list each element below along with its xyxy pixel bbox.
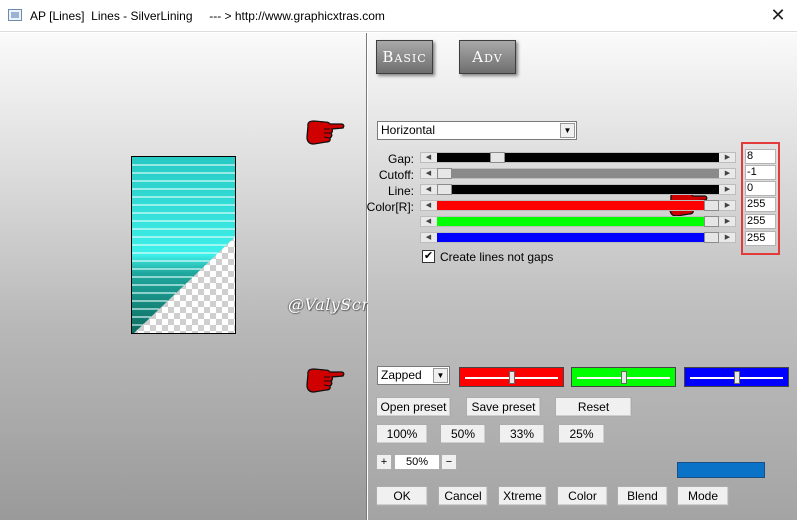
mode-label: Mode	[687, 489, 719, 503]
tab-adv[interactable]: Adv	[459, 40, 516, 74]
red-swatch[interactable]	[459, 367, 564, 387]
slider-fill	[437, 153, 719, 162]
blue-swatch[interactable]	[684, 367, 789, 387]
dropdown-arrow-icon[interactable]: ▼	[560, 123, 575, 138]
arrow-left-icon[interactable]: ◀	[422, 169, 435, 178]
swatch-knob[interactable]	[621, 371, 627, 384]
arrow-left-icon[interactable]: ◀	[422, 153, 435, 162]
tab-basic[interactable]: Basic	[376, 40, 433, 74]
slider-thumb[interactable]	[437, 168, 452, 179]
window-title: AP [Lines] Lines - SilverLining --- > ht…	[30, 9, 385, 23]
mode-select-value: Zapped	[381, 368, 422, 382]
cutoff-slider[interactable]: ◀ ▶	[420, 168, 736, 179]
arrow-left-icon[interactable]: ◀	[422, 185, 435, 194]
line-label: Line:	[387, 184, 414, 198]
open-preset-button[interactable]: Open preset	[376, 397, 451, 417]
line-slider[interactable]: ◀ ▶	[420, 184, 736, 195]
red-value[interactable]: 255	[745, 197, 776, 212]
ok-button[interactable]: OK	[376, 486, 428, 506]
slider-thumb[interactable]	[704, 232, 719, 243]
settings-panel: Basic Adv	[368, 33, 797, 520]
cutoff-value[interactable]: -1	[745, 165, 776, 180]
red-slider[interactable]: ◀ ▶	[420, 200, 736, 211]
zoom-value: 50%	[394, 454, 440, 470]
gap-value[interactable]: 8	[745, 149, 776, 164]
arrow-right-icon[interactable]: ▶	[721, 169, 734, 178]
arrow-right-icon[interactable]: ▶	[721, 217, 734, 226]
cancel-button[interactable]: Cancel	[438, 486, 488, 506]
zoom-25-button[interactable]: 25%	[558, 424, 605, 444]
blend-button[interactable]: Blend	[617, 486, 668, 506]
xtreme-button[interactable]: Xtreme	[498, 486, 547, 506]
arrow-left-icon[interactable]: ◀	[422, 217, 435, 226]
slider-fill	[437, 169, 719, 178]
arrow-right-icon[interactable]: ▶	[721, 233, 734, 242]
app-icon	[8, 9, 22, 21]
zoom-100-button[interactable]: 100%	[376, 424, 428, 444]
color-label: Color	[568, 489, 597, 503]
zoom-50-button[interactable]: 50%	[440, 424, 486, 444]
arrow-left-icon[interactable]: ◀	[422, 233, 435, 242]
mode-button[interactable]: Mode	[677, 486, 729, 506]
pointing-hand-icon	[306, 120, 345, 145]
slider-fill	[437, 201, 719, 210]
green-swatch[interactable]	[571, 367, 676, 387]
direction-select-value: Horizontal	[381, 123, 436, 137]
swatch-knob[interactable]	[734, 371, 740, 384]
arrow-right-icon[interactable]: ▶	[721, 185, 734, 194]
slider-fill	[437, 233, 719, 242]
slider-thumb[interactable]	[704, 200, 719, 211]
zoom-in-button[interactable]: +	[376, 454, 392, 470]
slider-thumb[interactable]	[490, 152, 505, 163]
zoom-33-button[interactable]: 33%	[499, 424, 545, 444]
blue-slider[interactable]: ◀ ▶	[420, 232, 736, 243]
slider-fill	[437, 185, 719, 194]
close-icon[interactable]: ✕	[767, 4, 789, 26]
gap-label: Gap:	[387, 152, 414, 166]
mode-select[interactable]: Zapped ▼	[377, 366, 450, 385]
green-value[interactable]: 255	[745, 214, 776, 229]
zoom-out-button[interactable]: −	[441, 454, 457, 470]
dropdown-arrow-icon[interactable]: ▼	[433, 368, 448, 383]
color-r-label: Color[R]:	[366, 200, 414, 214]
arrow-right-icon[interactable]: ▶	[721, 201, 734, 210]
blue-value[interactable]: 255	[745, 231, 776, 246]
slider-thumb[interactable]	[437, 184, 452, 195]
arrow-right-icon[interactable]: ▶	[721, 153, 734, 162]
ok-label: OK	[393, 489, 411, 503]
preview-graphic	[132, 157, 235, 333]
pointing-hand-icon	[306, 368, 345, 393]
color-button[interactable]: Color	[557, 486, 608, 506]
line-value[interactable]: 0	[745, 181, 776, 196]
create-lines-checkbox[interactable]: ✔	[422, 250, 435, 263]
swatch-knob[interactable]	[509, 371, 515, 384]
reset-button[interactable]: Reset	[555, 397, 632, 417]
title-bar: AP [Lines] Lines - SilverLining --- > ht…	[0, 0, 797, 32]
preview-image	[131, 156, 236, 334]
blend-label: Blend	[627, 489, 658, 503]
xtreme-label: Xtreme	[503, 489, 542, 503]
gap-slider[interactable]: ◀ ▶	[420, 152, 736, 163]
direction-select[interactable]: Horizontal ▼	[377, 121, 577, 140]
green-slider[interactable]: ◀ ▶	[420, 216, 736, 227]
cancel-label: Cancel	[444, 489, 482, 503]
create-lines-label: Create lines not gaps	[440, 250, 554, 264]
save-preset-button[interactable]: Save preset	[466, 397, 541, 417]
slider-fill	[437, 217, 719, 226]
cutoff-label: Cutoff:	[378, 168, 414, 182]
current-color-chip[interactable]	[677, 462, 765, 478]
arrow-left-icon[interactable]: ◀	[422, 201, 435, 210]
slider-thumb[interactable]	[704, 216, 719, 227]
